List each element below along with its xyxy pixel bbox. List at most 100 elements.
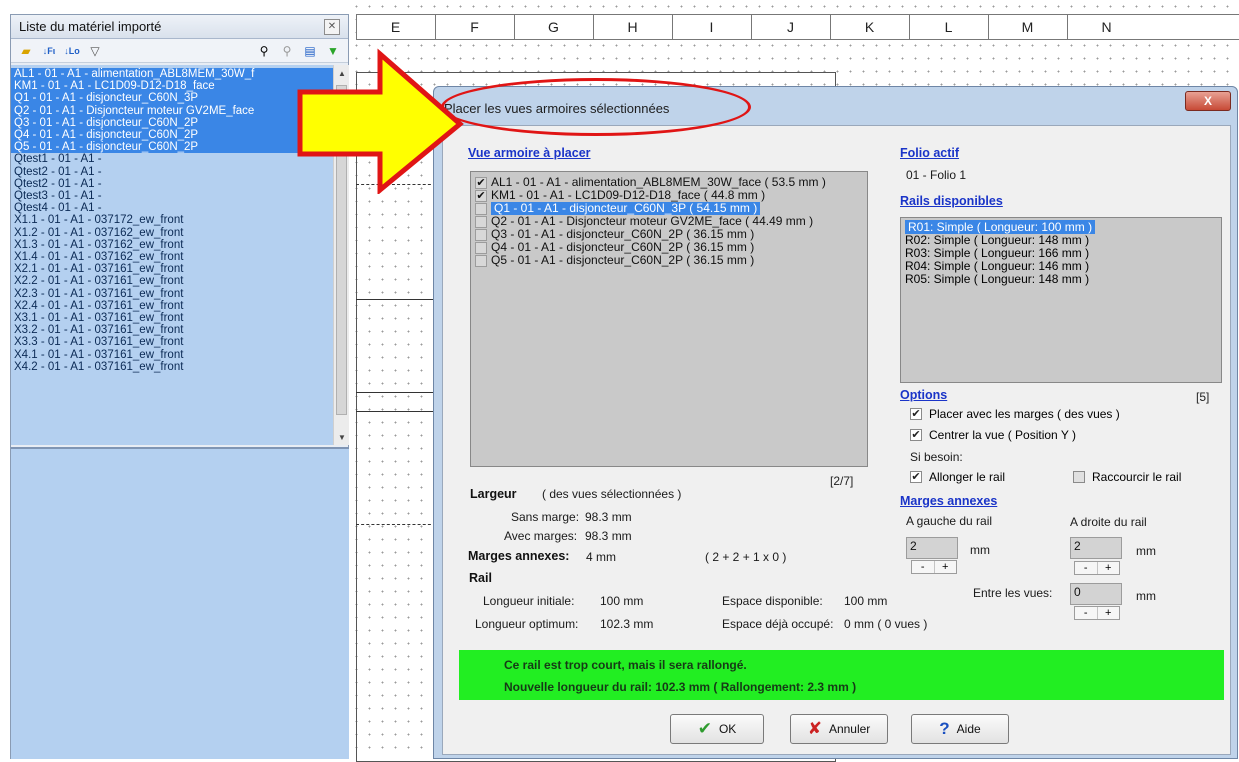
dialog-close-button[interactable]: X [1185, 91, 1231, 111]
decrement-button[interactable]: - [1075, 562, 1098, 574]
list-item[interactable]: X1.2 - 01 - A1 - 037162_ew_front [11, 227, 333, 239]
list-item[interactable]: X2.4 - 01 - A1 - 037161_ew_front [11, 300, 333, 312]
rail-label: R05: Simple ( Longueur: 148 mm ) [905, 272, 1090, 286]
option-shorten[interactable]: Raccourcir le rail [1073, 470, 1181, 484]
rails-list[interactable]: R01: Simple ( Longueur: 100 mm ) R02: Sim… [900, 217, 1222, 383]
help-label: Aide [956, 722, 981, 736]
options-count: [5] [1196, 390, 1210, 404]
option-margins-label: Placer avec les marges ( des vues ) [929, 407, 1120, 421]
decrement-button[interactable]: - [912, 561, 935, 573]
list-item[interactable]: Q4 - 01 - A1 - disjoncteur_C60N_2P [11, 129, 333, 142]
sort-name-icon[interactable]: ↓Fι [40, 42, 58, 60]
view-checkbox[interactable] [475, 215, 487, 228]
material-list[interactable]: AL1 - 01 - A1 - alimentation_ABL8MEM_30W… [11, 65, 333, 445]
canvas-line [356, 299, 436, 300]
annex-left-field[interactable]: 2 [906, 537, 958, 559]
help-button[interactable]: ? Aide [911, 714, 1009, 744]
annex-right-label: A droite du rail [1070, 515, 1147, 529]
view-item[interactable]: Q5 - 01 - A1 - disjoncteur_C60N_2P ( 36.… [471, 254, 867, 267]
list-item[interactable]: X4.2 - 01 - A1 - 037161_ew_front [11, 361, 333, 373]
list-item[interactable]: AL1 - 01 - A1 - alimentation_ABL8MEM_30W… [11, 68, 333, 81]
view-checkbox[interactable] [475, 254, 487, 267]
annex-left-unit: mm [970, 543, 990, 557]
between-views-stepper[interactable]: - + [1074, 606, 1120, 620]
scroll-down-icon[interactable]: ▼ [334, 430, 350, 444]
increment-button[interactable]: + [1098, 562, 1120, 574]
list-item[interactable]: X3.3 - 01 - A1 - 037161_ew_front [11, 336, 333, 348]
list-item[interactable]: Q3 - 01 - A1 - disjoncteur_C60N_2P [11, 116, 333, 130]
list-item[interactable]: Q5 - 01 - A1 - disjoncteur_C60N_2P [11, 141, 333, 154]
list-item[interactable]: Qtest3 - 01 - A1 - [11, 190, 333, 202]
views-list[interactable]: ✔ AL1 - 01 - A1 - alimentation_ABL8MEM_30… [470, 171, 868, 467]
list-item[interactable]: X2.2 - 01 - A1 - 037161_ew_front [11, 275, 333, 287]
list-item[interactable]: X3.1 - 01 - A1 - 037161_ew_front [11, 312, 333, 324]
width-with-label: Avec marges: [504, 529, 578, 543]
rail-item[interactable]: R05: Simple ( Longueur: 148 mm ) [901, 273, 1221, 286]
folio-header: Folio actif [900, 146, 960, 160]
annex-left-stepper[interactable]: - + [911, 560, 957, 574]
option-margins[interactable]: ✔ Placer avec les marges ( des vues ) [910, 407, 1120, 421]
column-header: G [514, 15, 593, 39]
increment-button[interactable]: + [935, 561, 957, 573]
width-title: Largeur [470, 487, 517, 501]
cancel-button[interactable]: ✘ Annuler [790, 714, 888, 744]
sort-location-icon[interactable]: ↓Lo [63, 42, 81, 60]
binoculars-icon[interactable]: ⚲ [255, 42, 273, 60]
option-lengthen-label: Allonger le rail [929, 470, 1006, 484]
option-lengthen[interactable]: ✔ Allonger le rail [910, 470, 1005, 484]
column-header: N [1067, 15, 1146, 39]
views-count: [2/7] [830, 474, 854, 488]
ok-button[interactable]: ✔ OK [670, 714, 764, 744]
list-item[interactable]: Q2 - 01 - A1 - Disjoncteur moteur GV2ME_… [11, 104, 333, 117]
lengthen-checkbox[interactable]: ✔ [910, 471, 922, 483]
view-checkbox[interactable]: ✔ [475, 176, 487, 189]
annex-header: Marges annexes [900, 494, 998, 508]
ok-label: OK [718, 722, 737, 736]
list-item[interactable]: KM1 - 01 - A1 - LC1D09-D12-D18_face [11, 80, 333, 93]
list-item[interactable]: X2.1 - 01 - A1 - 037161_ew_front [11, 263, 333, 275]
yellow-arrow-icon [297, 48, 464, 194]
column-header: I [672, 15, 751, 39]
panel-title-bar: Liste du matériel importé ✕ [11, 15, 348, 39]
center-checkbox[interactable]: ✔ [910, 429, 922, 441]
status-message: Ce rail est trop court, mais il sera ral… [459, 650, 1224, 700]
view-label: Q5 - 01 - A1 - disjoncteur_C60N_2P ( 36.… [491, 253, 755, 267]
margins-checkbox[interactable]: ✔ [910, 408, 922, 420]
list-item[interactable]: X2.3 - 01 - A1 - 037161_ew_front [11, 288, 333, 300]
between-views-field[interactable]: 0 [1070, 583, 1122, 605]
increment-button[interactable]: + [1098, 607, 1120, 619]
rail-title: Rail [469, 571, 492, 585]
annex-right-stepper[interactable]: - + [1074, 561, 1120, 575]
column-header: L [909, 15, 988, 39]
column-header: K [830, 15, 909, 39]
cross-icon: ✘ [807, 719, 822, 738]
rail-initial-value: 100 mm [600, 594, 644, 608]
view-checkbox[interactable]: ✔ [475, 189, 487, 202]
list-item[interactable]: Qtest2 - 01 - A1 - [11, 166, 333, 178]
list-item[interactable]: Qtest2 - 01 - A1 - [11, 178, 333, 190]
view-checkbox[interactable] [475, 202, 487, 215]
list-item[interactable]: X1.1 - 01 - A1 - 037172_ew_front [11, 214, 333, 226]
rail-optimum-value: 102.3 mm [600, 617, 654, 631]
shorten-checkbox[interactable] [1073, 471, 1085, 483]
list-item[interactable]: Qtest1 - 01 - A1 - [11, 153, 333, 165]
view-checkbox[interactable] [475, 241, 487, 254]
close-icon[interactable]: ✕ [324, 18, 340, 35]
annex-left-label: A gauche du rail [906, 514, 993, 528]
annex-right-field[interactable]: 2 [1070, 537, 1122, 559]
list-item[interactable]: Qtest4 - 01 - A1 - [11, 202, 333, 214]
dialog-body: Vue armoire à placer ✔ AL1 - 01 - A1 - al… [442, 125, 1231, 755]
list-item[interactable]: Q1 - 01 - A1 - disjoncteur_C60N_3P [11, 92, 333, 105]
decrement-button[interactable]: - [1075, 607, 1098, 619]
option-center[interactable]: ✔ Centrer la vue ( Position Y ) [910, 428, 1076, 442]
filter-icon[interactable]: ▽ [86, 42, 104, 60]
between-views-unit: mm [1136, 589, 1156, 603]
list-item[interactable]: X4.1 - 01 - A1 - 037161_ew_front [11, 349, 333, 361]
view-checkbox[interactable] [475, 228, 487, 241]
folder-icon[interactable]: ▰ [17, 42, 35, 60]
rails-header: Rails disponibles [900, 194, 1003, 208]
list-item[interactable]: X3.2 - 01 - A1 - 037161_ew_front [11, 324, 333, 336]
list-item[interactable]: X1.4 - 01 - A1 - 037162_ew_front [11, 251, 333, 263]
list-item[interactable]: X1.3 - 01 - A1 - 037162_ew_front [11, 239, 333, 251]
option-center-label: Centrer la vue ( Position Y ) [929, 428, 1076, 442]
